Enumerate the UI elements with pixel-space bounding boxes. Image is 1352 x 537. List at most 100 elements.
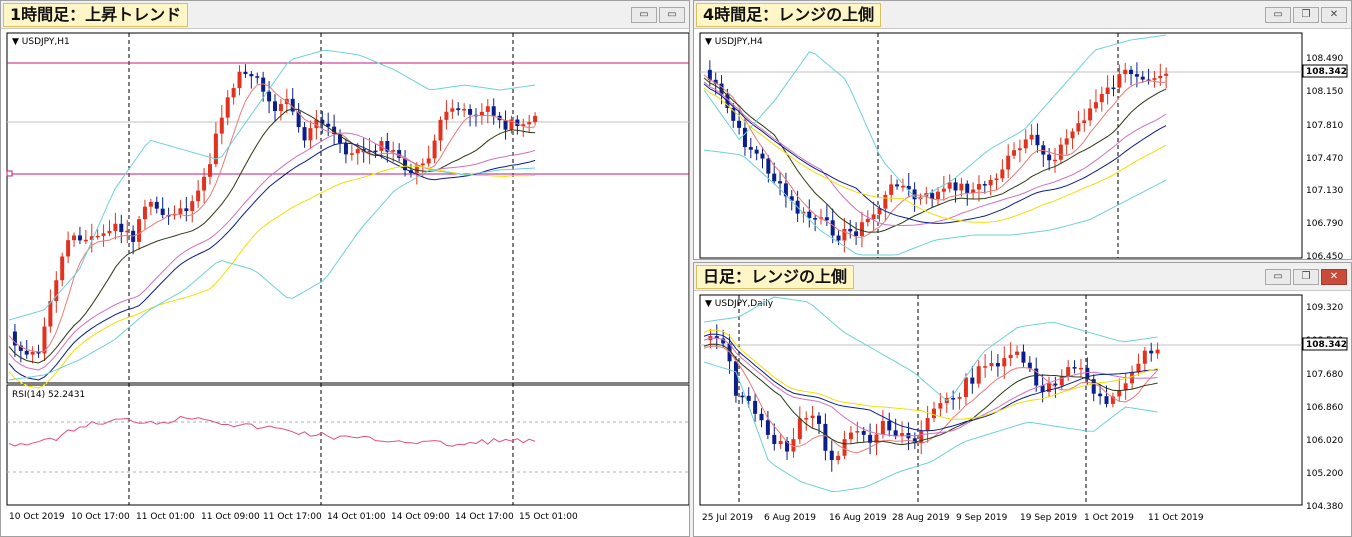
chart-window-d1[interactable]: 日足：レンジの上側 ▭ ❐ ✕ ▼ USDJPY,Daily 109.320 108… — [693, 262, 1352, 537]
price-axis-label: 108.150 — [1306, 87, 1343, 97]
h4-candle — [742, 127, 747, 148]
h1-candle — [66, 240, 71, 257]
price-axis-label: 108.490 — [1306, 54, 1343, 64]
h1-candle — [343, 142, 348, 155]
h4-candle — [766, 158, 771, 174]
h4-candle — [1035, 134, 1040, 146]
h4-candle — [953, 182, 958, 191]
h1-candle — [503, 120, 508, 130]
h4-candle — [1012, 150, 1017, 156]
d1-candle — [1142, 350, 1147, 364]
d1-candle — [1123, 383, 1128, 391]
price-chart-h4[interactable]: ▼ USDJPY,H4 108.490 108.342 108.150 107.810 1… — [694, 30, 1352, 260]
close-button[interactable]: ✕ — [1321, 7, 1347, 23]
chart-area-h4[interactable]: ▼ USDJPY,H4 108.490 108.342 108.150 107.810 1… — [694, 30, 1351, 259]
h1-candle — [273, 101, 277, 111]
h4-candle — [807, 211, 812, 219]
h1-candle — [213, 133, 218, 165]
d1-candle — [932, 408, 936, 419]
h1-candle — [432, 140, 437, 159]
h4-candle — [1164, 73, 1169, 76]
main-pane-border — [699, 294, 1303, 506]
h4-candle — [1158, 75, 1163, 79]
h1-candle — [101, 233, 106, 236]
h4-candle — [1000, 169, 1005, 179]
h4-candle — [1129, 69, 1134, 75]
x-axis-label: 16 Aug 2019 — [829, 513, 887, 523]
restore-button[interactable]: ▭ — [659, 7, 685, 23]
d1-candle — [829, 450, 834, 461]
h1-candle — [349, 153, 354, 155]
d1-candle — [746, 395, 751, 401]
price-chart-h1[interactable]: ▼ USDJPY,H1 RSI(14) 52.2431 10 Oct 2019 10 … — [1, 30, 690, 537]
h4-candle — [848, 228, 853, 232]
h4-candle — [1076, 123, 1081, 132]
x-axis-label: 14 Oct 09:00 — [391, 512, 450, 522]
minimize-button[interactable]: ▭ — [1265, 7, 1291, 23]
rsi-label: RSI(14) 52.2431 — [12, 390, 85, 400]
chart-area-d1[interactable]: ▼ USDJPY,Daily109.320108.500108.342107.6… — [694, 292, 1351, 536]
price-axis-label: 107.470 — [1306, 154, 1343, 164]
d1-candle — [759, 413, 764, 421]
h1-candle — [243, 71, 248, 75]
d1-candle — [797, 418, 802, 440]
h4-candle — [936, 191, 940, 200]
h4-candle — [1123, 69, 1128, 75]
h1-candle — [72, 235, 77, 241]
d1-candle — [817, 415, 821, 424]
d1-candle — [810, 415, 815, 419]
x-axis-label: 25 Jul 2019 — [702, 513, 753, 523]
d1-candle — [1066, 367, 1071, 377]
h1-candle — [77, 235, 82, 241]
h4-candle — [748, 147, 753, 150]
h4-candle — [1047, 154, 1052, 161]
h4-candle — [1023, 139, 1028, 149]
x-axis-label: 14 Oct 01:00 — [327, 512, 386, 522]
price-chart-d1[interactable]: ▼ USDJPY,Daily109.320108.500108.342107.6… — [694, 292, 1352, 537]
h1-candle — [278, 104, 283, 111]
chart-window-h1[interactable]: 1時間足：上昇トレンド ▭ ▭ ▼ USDJPY,H1 RSI(14) 52.24… — [0, 0, 690, 537]
x-axis-label: 11 Oct 17:00 — [263, 512, 322, 522]
h1-candle — [178, 208, 183, 214]
d1-candle — [925, 418, 930, 431]
h4-candle — [883, 194, 888, 209]
h4-candle — [1093, 102, 1098, 109]
title-bar-h4[interactable]: 4時間足：レンジの上側 ▭ ❐ ✕ — [694, 1, 1351, 29]
d1-candle — [1078, 367, 1083, 370]
h4-candle — [865, 218, 870, 223]
h4-candle — [813, 218, 818, 220]
h4-candle — [836, 235, 841, 241]
d1-candle — [1104, 396, 1109, 404]
window-title-d1: 日足：レンジの上側 — [696, 265, 855, 289]
h4-candle — [842, 228, 847, 241]
h1-candle — [202, 176, 207, 191]
h4-candle — [1029, 134, 1034, 140]
d1-candle — [836, 455, 841, 461]
h1-candle — [160, 208, 165, 215]
chart-window-h4[interactable]: 4時間足：レンジの上側 ▭ ❐ ✕ ▼ USDJPY,H4 108.490 108.… — [693, 0, 1352, 260]
current-price-label: 108.342 — [1306, 67, 1347, 77]
close-button[interactable]: ✕ — [1321, 269, 1347, 285]
title-bar-h1[interactable]: 1時間足：上昇トレンド ▭ ▭ — [1, 1, 689, 29]
minimize-button[interactable]: ▭ — [631, 7, 657, 23]
h1-candle — [527, 122, 532, 125]
d1-candle — [778, 441, 783, 444]
h4-candle — [895, 184, 900, 187]
h1-candle — [207, 164, 212, 177]
h4-candle — [1099, 94, 1104, 103]
d1-candle — [951, 398, 956, 400]
restore-button[interactable]: ❐ — [1293, 269, 1319, 285]
chart-area-h1[interactable]: ▼ USDJPY,H1 RSI(14) 52.2431 10 Oct 2019 10 … — [1, 30, 689, 536]
h4-candle — [1134, 74, 1139, 77]
restore-button[interactable]: ❐ — [1293, 7, 1319, 23]
price-axis-label: 104.380 — [1306, 502, 1343, 512]
x-axis-label: 11 Oct 01:00 — [136, 512, 195, 522]
h4-candle — [760, 153, 765, 159]
minimize-button[interactable]: ▭ — [1265, 269, 1291, 285]
h1-candle — [184, 208, 189, 212]
title-bar-d1[interactable]: 日足：レンジの上側 ▭ ❐ ✕ — [694, 263, 1351, 291]
x-axis-label: 6 Aug 2019 — [764, 513, 816, 523]
d1-candle — [1155, 349, 1160, 354]
price-axis-label: 106.790 — [1306, 219, 1343, 229]
h1-candle — [308, 128, 313, 141]
